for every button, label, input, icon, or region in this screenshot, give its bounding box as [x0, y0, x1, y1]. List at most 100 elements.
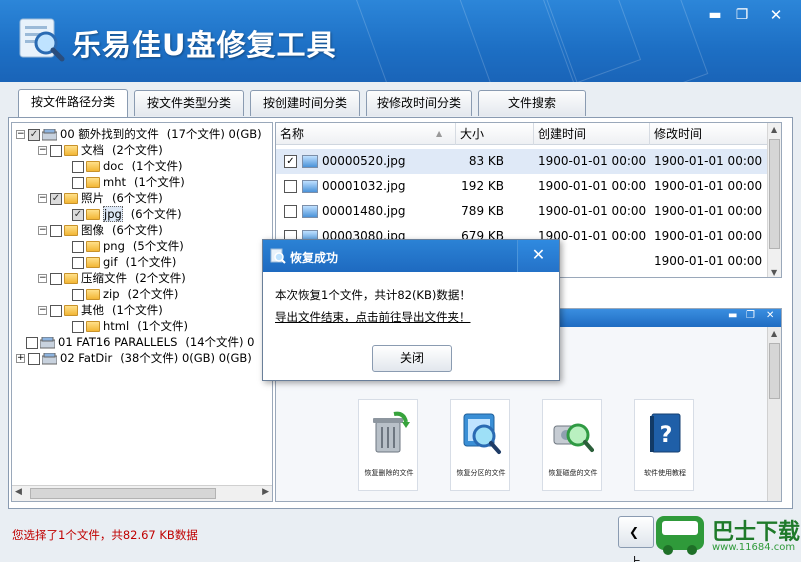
checkbox[interactable]: [28, 352, 40, 365]
scrollbar-thumb[interactable]: [30, 488, 216, 499]
disk-scan-icon: [553, 423, 594, 452]
tree-node[interactable]: − ✓ 00 额外找到的文件 (17个文件) 0(GB): [16, 126, 262, 142]
dialog-title: 恢复成功: [290, 251, 339, 265]
minimize-button[interactable]: ▬: [702, 6, 728, 24]
preview-maximize-icon[interactable]: ❐: [746, 310, 755, 321]
folder-icon: [64, 225, 78, 236]
row-checkbox[interactable]: [284, 180, 297, 193]
tree-node[interactable]: − 文档 (2个文件): [38, 142, 163, 158]
drive-icon: [42, 352, 57, 364]
checkbox[interactable]: [50, 144, 62, 157]
checkbox[interactable]: [72, 240, 84, 253]
row-checkbox[interactable]: ✓: [284, 155, 297, 168]
file-list-vertical-scrollbar[interactable]: ▲ ▼: [767, 123, 781, 277]
collapse-icon[interactable]: −: [38, 274, 47, 283]
preview-vertical-scrollbar[interactable]: ▲: [767, 327, 781, 501]
back-button-label: 上: [629, 555, 642, 562]
scroll-left-icon[interactable]: ◀: [15, 487, 22, 497]
drive-icon: [42, 128, 57, 140]
tree-node[interactable]: mht (1个文件): [72, 174, 185, 190]
folder-icon: [64, 273, 78, 284]
dialog-close-button[interactable]: ✕: [517, 240, 559, 272]
folder-icon: [86, 209, 100, 220]
checkbox[interactable]: [72, 256, 84, 269]
software-tutorial-tile[interactable]: ? 软件使用教程: [634, 399, 694, 491]
watermark-url: www.11684.com: [712, 542, 796, 553]
checkbox[interactable]: [50, 272, 62, 285]
tab-by-type[interactable]: 按文件类型分类: [134, 90, 244, 116]
status-text: 您选择了1个文件，共82.67 KB数据: [12, 528, 198, 542]
checkbox[interactable]: ✓: [72, 208, 84, 221]
app-logo-icon: [19, 18, 65, 62]
tree-node[interactable]: html (1个文件): [72, 318, 188, 334]
checkbox[interactable]: [50, 304, 62, 317]
table-row[interactable]: 00001032.jpg 192 KB 1900-01-01 00:00 190…: [276, 174, 771, 199]
file-list-header: 名称 ▲ 大小 创建时间 修改时间: [276, 123, 781, 145]
dialog-title-bar: 恢复成功 ✕: [263, 240, 559, 272]
tree-node[interactable]: zip (2个文件): [72, 286, 178, 302]
checkbox[interactable]: [26, 336, 38, 349]
scrollbar-thumb[interactable]: [769, 139, 780, 249]
folder-tree: − ✓ 00 额外找到的文件 (17个文件) 0(GB) − 文档 (2个文件) doc(…: [11, 122, 273, 502]
checkbox[interactable]: [72, 176, 84, 189]
column-modified[interactable]: 修改时间: [650, 123, 770, 145]
dialog-message: 本次恢复1个文件，共计82(KB)数据！: [275, 288, 471, 302]
checkbox[interactable]: [72, 160, 84, 173]
tree-node[interactable]: 01 FAT16 PARALLELS (14个文件) 0: [26, 334, 254, 350]
checkbox[interactable]: ✓: [50, 192, 62, 205]
checkbox[interactable]: ✓: [28, 128, 40, 141]
preview-close-icon[interactable]: ✕: [766, 310, 774, 321]
folder-icon: [86, 161, 100, 172]
collapse-icon[interactable]: −: [16, 130, 25, 139]
image-file-icon: [302, 180, 318, 193]
column-created[interactable]: 创建时间: [534, 123, 650, 145]
dialog-close-action-button[interactable]: 关闭: [372, 345, 452, 372]
checkbox[interactable]: [72, 288, 84, 301]
scroll-right-icon[interactable]: ▶: [262, 487, 269, 497]
tree-node[interactable]: doc (1个文件): [72, 158, 182, 174]
tree-node[interactable]: +02 FatDir (38个文件) 0(GB) 0(GB): [16, 350, 252, 366]
app-title: 乐易佳U盘修复工具: [72, 28, 337, 62]
tab-by-modified-time[interactable]: 按修改时间分类: [366, 90, 472, 116]
tree-node[interactable]: − ✓ 照片 (6个文件): [38, 190, 163, 206]
scroll-up-icon[interactable]: ▲: [771, 125, 777, 134]
recover-disk-files-tile[interactable]: 恢复磁盘的文件: [542, 399, 602, 491]
table-row[interactable]: ✓ 00000520.jpg 83 KB 1900-01-01 00:00 19…: [276, 149, 771, 174]
tree-horizontal-scrollbar[interactable]: ◀ ▶: [12, 485, 272, 501]
row-checkbox[interactable]: [284, 205, 297, 218]
scrollbar-thumb[interactable]: [769, 343, 780, 399]
tree-node[interactable]: gif (1个文件): [72, 254, 176, 270]
checkbox[interactable]: [72, 320, 84, 333]
tree-node[interactable]: − 其他 (1个文件): [38, 302, 163, 318]
folder-icon: [86, 289, 100, 300]
tree-node[interactable]: ✓ jpg (6个文件): [72, 206, 182, 222]
collapse-icon[interactable]: −: [38, 146, 47, 155]
scroll-down-icon[interactable]: ▼: [771, 268, 777, 277]
recycle-bin-icon: [373, 411, 410, 453]
table-row[interactable]: 00001480.jpg 789 KB 1900-01-01 00:00 190…: [276, 199, 771, 224]
recover-deleted-files-tile[interactable]: 恢复删除的文件: [358, 399, 418, 491]
tree-node[interactable]: − 压缩文件 (2个文件): [38, 270, 186, 286]
expand-icon[interactable]: +: [16, 354, 25, 363]
bus-logo-icon: [656, 516, 704, 555]
tree-node[interactable]: − 图像 (6个文件): [38, 222, 163, 238]
recover-partition-files-tile[interactable]: 恢复分区的文件: [450, 399, 510, 491]
open-export-folder-link[interactable]: 导出文件结束，点击前往导出文件夹！: [275, 309, 471, 325]
folder-icon: [86, 321, 100, 332]
collapse-icon[interactable]: −: [38, 306, 47, 315]
tab-by-path[interactable]: 按文件路径分类: [18, 89, 128, 117]
back-button[interactable]: ❮ 上: [618, 516, 654, 562]
folder-icon: [86, 257, 100, 268]
tab-file-search[interactable]: 文件搜索: [478, 90, 586, 116]
collapse-icon[interactable]: −: [38, 226, 47, 235]
close-window-button[interactable]: ✕: [763, 6, 789, 24]
column-name[interactable]: 名称: [276, 123, 456, 145]
tree-node[interactable]: png (5个文件): [72, 238, 184, 254]
collapse-icon[interactable]: −: [38, 194, 47, 203]
column-size[interactable]: 大小: [456, 123, 534, 145]
checkbox[interactable]: [50, 224, 62, 237]
tab-by-created-time[interactable]: 按创建时间分类: [250, 90, 360, 116]
preview-minimize-icon[interactable]: ▬: [728, 310, 737, 321]
maximize-button[interactable]: ❐: [729, 6, 755, 24]
scroll-up-icon[interactable]: ▲: [771, 329, 777, 338]
